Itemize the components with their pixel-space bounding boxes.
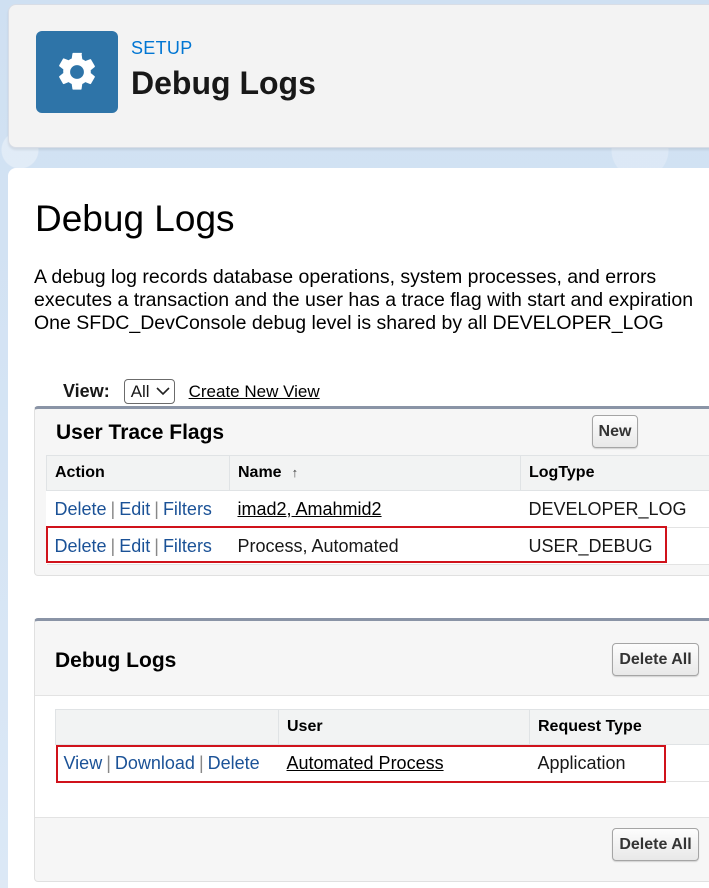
logtype-cell: USER_DEBUG: [521, 528, 709, 565]
column-header-logtype: LogType: [521, 456, 709, 491]
table-header-row: User Request Type: [56, 710, 709, 745]
user-name-link[interactable]: imad2, Amahmid2: [238, 499, 382, 519]
delete-link[interactable]: Delete: [55, 536, 107, 556]
header-title: Debug Logs: [131, 65, 316, 102]
page-title: Debug Logs: [35, 198, 235, 240]
delete-all-button[interactable]: Delete All: [612, 643, 699, 676]
table-header-row: Action Name ↑ LogType: [47, 456, 709, 491]
panel-title: User Trace Flags: [56, 421, 224, 445]
view-select-value: All: [131, 382, 150, 402]
delete-all-bottom-button[interactable]: Delete All: [612, 828, 699, 861]
description-line: A debug log records database operations,…: [34, 266, 709, 289]
view-link[interactable]: View: [64, 753, 103, 773]
table-row: Delete|Edit|Filters Process, Automated U…: [47, 528, 709, 565]
column-header-request-type: Request Type: [530, 710, 709, 745]
request-type-cell: Application: [530, 745, 709, 782]
name-cell: Process, Automated: [230, 528, 521, 565]
download-link[interactable]: Download: [115, 753, 195, 773]
column-header-user: User: [279, 710, 530, 745]
main-content: Debug Logs A debug log records database …: [8, 168, 709, 888]
setup-header: SETUP Debug Logs: [8, 4, 709, 148]
description-line: One SFDC_DevConsole debug level is share…: [34, 312, 709, 335]
debug-logs-panel: Debug Logs Delete All User Request Type …: [34, 618, 709, 882]
logtype-cell: DEVELOPER_LOG: [521, 491, 709, 528]
trace-flags-table: Action Name ↑ LogType Delete|Edit|Filters…: [46, 455, 709, 565]
create-new-view-link[interactable]: Create New View: [189, 382, 320, 402]
debug-logs-table: User Request Type View|Download|Delete A…: [55, 709, 709, 782]
action-cell: Delete|Edit|Filters: [47, 528, 230, 565]
page-description: A debug log records database operations,…: [34, 266, 709, 335]
user-cell: Automated Process: [279, 745, 530, 782]
view-label: View:: [63, 381, 110, 402]
gear-icon: [36, 31, 118, 113]
column-header-action: Action: [47, 456, 230, 491]
edit-link[interactable]: Edit: [119, 499, 150, 519]
sort-ascending-icon: ↑: [292, 465, 299, 480]
delete-log-link[interactable]: Delete: [208, 753, 260, 773]
chevron-down-icon: [156, 385, 170, 399]
filters-link[interactable]: Filters: [163, 536, 212, 556]
user-link[interactable]: Automated Process: [287, 753, 444, 773]
action-cell: View|Download|Delete: [56, 745, 279, 782]
panel-title: Debug Logs: [55, 649, 176, 673]
filters-link[interactable]: Filters: [163, 499, 212, 519]
table-row: Delete|Edit|Filters imad2, Amahmid2 DEVE…: [47, 491, 709, 528]
name-cell: imad2, Amahmid2: [230, 491, 521, 528]
setup-section-label: SETUP: [131, 38, 193, 59]
view-bar: View: All Create New View: [63, 379, 320, 404]
view-select[interactable]: All: [124, 379, 175, 404]
new-trace-flag-button[interactable]: New: [592, 415, 638, 448]
delete-link[interactable]: Delete: [55, 499, 107, 519]
column-header-name-label: Name: [238, 464, 282, 481]
edit-link[interactable]: Edit: [119, 536, 150, 556]
description-line: executes a transaction and the user has …: [34, 289, 709, 312]
action-cell: Delete|Edit|Filters: [47, 491, 230, 528]
column-header-actions: [56, 710, 279, 745]
table-row: View|Download|Delete Automated Process A…: [56, 745, 709, 782]
user-trace-flags-panel: User Trace Flags New Action Name ↑ LogTyp…: [34, 406, 709, 576]
column-header-name[interactable]: Name ↑: [230, 456, 521, 491]
